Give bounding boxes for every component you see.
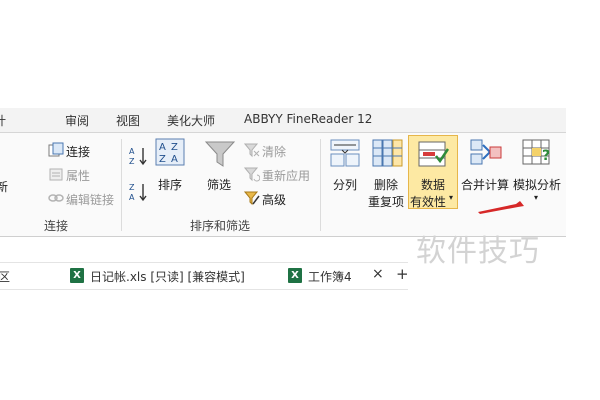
ribbon-panel: 新 连接 属性 编辑链接 连接 AZ ZA AZZA 排序 筛选 清除 重新应用… <box>0 133 566 237</box>
what-if-analysis-icon: ? <box>522 138 554 172</box>
tab-beautify-master[interactable]: 美化大师 <box>167 112 215 129</box>
properties-button[interactable]: 属性 <box>66 167 90 184</box>
remove-duplicates-icon <box>372 138 404 172</box>
filter-button[interactable]: 筛选 <box>207 176 231 193</box>
connections-group-label: 连接 <box>44 219 69 233</box>
svg-text:Z: Z <box>129 183 135 192</box>
watermark-text: 软件技巧 <box>416 234 540 269</box>
sort-filter-group-label: 排序和筛选 <box>190 219 251 233</box>
tab-view[interactable]: 视图 <box>116 112 140 129</box>
svg-text:A: A <box>129 147 135 156</box>
svg-text:A: A <box>129 193 135 202</box>
tab-partial[interactable]: 计 <box>0 112 6 129</box>
data-validation-label-2[interactable]: 有效性 <box>410 193 446 210</box>
data-validation-label-1[interactable]: 数据 <box>421 176 445 193</box>
dropdown-arrow-icon[interactable]: ▾ <box>449 193 453 202</box>
clear-filter-icon <box>243 142 260 162</box>
remove-duplicates-label-2[interactable]: 重复项 <box>368 193 404 210</box>
sort-ascending-icon[interactable]: AZ <box>128 145 148 171</box>
svg-text:Z: Z <box>129 157 135 166</box>
advanced-button[interactable]: 高级 <box>262 191 286 208</box>
file-tab-workbook4[interactable]: 工作簿4 <box>308 268 352 285</box>
advanced-filter-icon <box>243 190 260 210</box>
properties-icon <box>48 166 64 186</box>
sort-descending-icon[interactable]: ZA <box>128 181 148 207</box>
file-tab-journal[interactable]: 日记帐.xls [只读] [兼容模式] <box>90 268 245 285</box>
group-separator <box>121 139 122 231</box>
workbook-tab-bar: 区 X 日记帐.xls [只读] [兼容模式] X 工作簿4 × + <box>0 262 409 290</box>
svg-text:Z: Z <box>159 154 166 165</box>
red-arrow-icon <box>476 199 526 218</box>
clear-button[interactable]: 清除 <box>262 143 286 160</box>
file-tab-partial[interactable]: 区 <box>0 268 10 285</box>
excel-file-icon: X <box>288 268 302 283</box>
group-separator <box>320 139 321 231</box>
reapply-button[interactable]: 重新应用 <box>262 167 310 184</box>
consolidate-icon <box>470 138 502 172</box>
reapply-icon <box>243 166 261 186</box>
dropdown-arrow-icon[interactable]: ▾ <box>534 193 538 202</box>
ribbon-tab-bar: 计 审阅 视图 美化大师 ABBYY FineReader 12 <box>0 108 566 133</box>
what-if-analysis-button[interactable]: 模拟分析 <box>513 176 561 193</box>
edit-links-button[interactable]: 编辑链接 <box>66 191 114 208</box>
svg-text:?: ? <box>542 148 550 164</box>
close-icon[interactable]: × <box>372 266 384 282</box>
text-to-columns-button[interactable]: 分列 <box>333 176 357 193</box>
data-validation-icon <box>418 140 450 174</box>
tab-review[interactable]: 审阅 <box>65 112 89 129</box>
tab-abbyy-finereader[interactable]: ABBYY FineReader 12 <box>244 112 372 126</box>
consolidate-button[interactable]: 合并计算 <box>461 176 509 193</box>
svg-text:A: A <box>171 154 178 165</box>
excel-file-icon: X <box>70 268 84 283</box>
svg-text:A: A <box>159 142 166 153</box>
remove-duplicates-label-1[interactable]: 删除 <box>374 176 398 193</box>
filter-funnel-icon <box>204 139 236 173</box>
sort-dialog-icon: AZZA <box>155 138 185 170</box>
ribbon-partial-label[interactable]: 新 <box>0 178 8 195</box>
svg-text:Z: Z <box>171 142 178 153</box>
connections-button[interactable]: 连接 <box>66 143 90 160</box>
text-to-columns-icon <box>330 138 360 172</box>
new-tab-icon[interactable]: + <box>396 265 409 283</box>
connections-icon <box>48 142 64 162</box>
sort-button[interactable]: 排序 <box>158 176 182 193</box>
edit-links-icon <box>48 190 64 210</box>
